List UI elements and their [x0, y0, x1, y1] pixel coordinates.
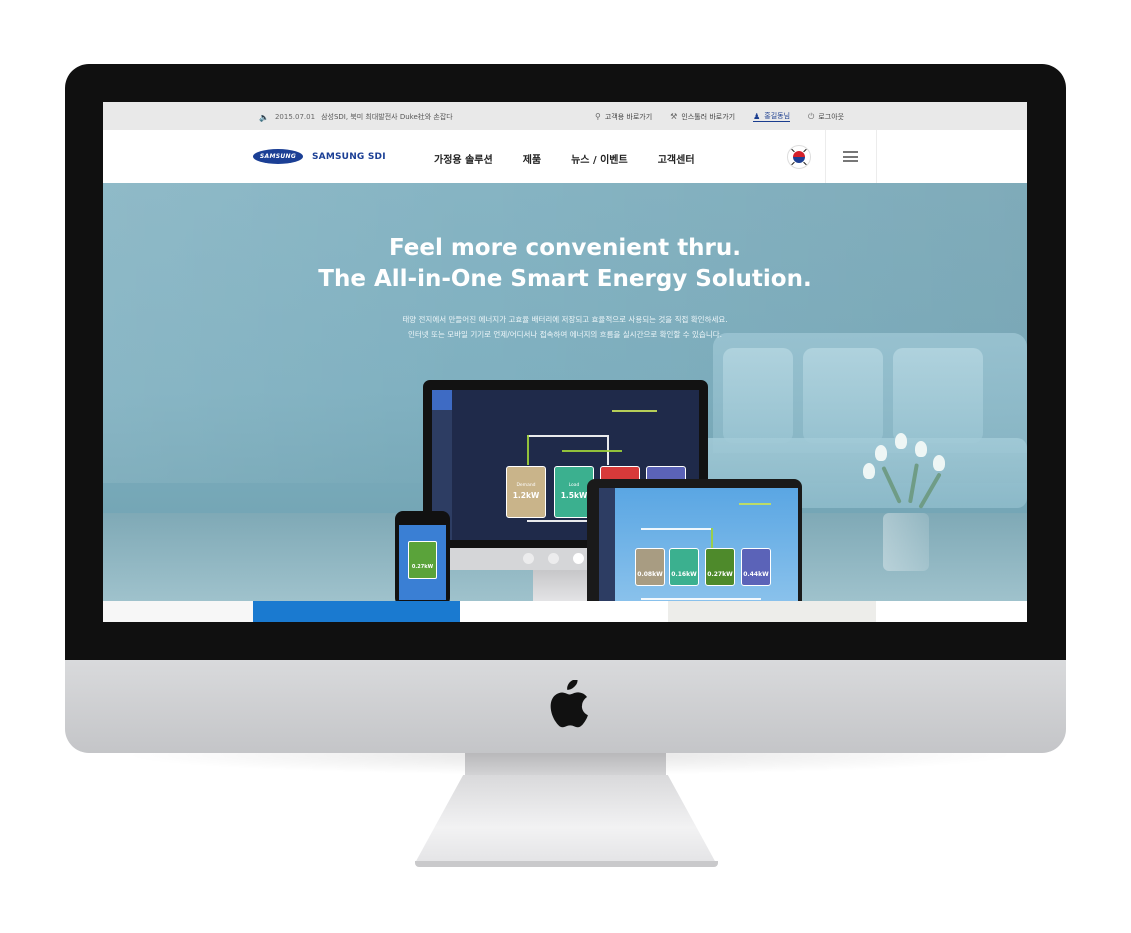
tablet-device-image: 0.08kW 0.16kW 0.27kW 0.44kW — [587, 479, 802, 601]
tulip-flower — [933, 455, 945, 471]
news-headline[interactable]: 삼성SDI, 북미 최대발전사 Duke社와 손잡다 — [321, 112, 453, 122]
hero-subtitle-line1: 태양 전지에서 만들어진 에너지가 고효율 배터리에 저장되고 효율적으로 사용… — [402, 315, 728, 324]
imac-stand-foot — [415, 861, 718, 867]
menu-item-products[interactable]: 제품 — [523, 151, 541, 166]
customer-shortcut-label: 고객용 바로가기 — [604, 112, 653, 121]
main-menu: 가정용 솔루션 제품 뉴스 / 이벤트 고객센터 — [434, 151, 695, 166]
hero-subtitle: 태양 전지에서 만들어진 에너지가 고효율 배터리에 저장되고 효율적으로 사용… — [103, 312, 1027, 342]
speaker-icon: 🔈 — [259, 112, 269, 122]
samsung-logo-mark: SAMSUNG — [253, 149, 303, 164]
menu-item-customer-center[interactable]: 고객센터 — [658, 151, 695, 166]
utility-links: ⚲ 고객용 바로가기 ⚒ 인스톨러 바로가기 ♟ 홍길동님 ⏻ 로그아웃 — [595, 111, 844, 122]
phone-device-image: 0.27kW — [395, 511, 450, 601]
utility-bar: 🔈 2015.07.01 삼성SDI, 북미 최대발전사 Duke社와 손잡다 … — [103, 102, 1027, 130]
menu-item-news-events[interactable]: 뉴스 / 이벤트 — [571, 151, 628, 166]
hero-title: Feel more convenient thru. The All-in-On… — [103, 233, 1027, 295]
logout-link[interactable]: ⏻ 로그아웃 — [808, 112, 844, 122]
tulip-flower — [863, 463, 875, 479]
tulip-flower — [895, 433, 907, 449]
imac-stand — [415, 775, 716, 863]
korea-flag-icon[interactable] — [787, 145, 811, 169]
nav-divider — [825, 130, 826, 183]
main-navigation: SAMSUNG SAMSUNG SDI 가정용 솔루션 제품 뉴스 / 이벤트 … — [103, 130, 1027, 184]
logo-text: SAMSUNG SDI — [312, 151, 386, 162]
energy-flow-line — [641, 528, 711, 530]
tablet-sidebar — [599, 488, 615, 601]
glass-vase — [883, 513, 929, 571]
tulip-flower — [875, 445, 887, 461]
tablet-battery-value: 0.27kW — [707, 571, 733, 578]
menu-item-home-solution[interactable]: 가정용 솔루션 — [434, 151, 493, 166]
demand-tile: Demand 1.2kW — [506, 466, 546, 518]
cushion-image — [803, 348, 883, 443]
news-ticker[interactable]: 🔈 2015.07.01 삼성SDI, 북미 최대발전사 Duke社와 손잡다 — [259, 112, 453, 122]
energy-flow-line — [641, 598, 761, 600]
nav-divider — [876, 130, 877, 183]
bottom-tab-strip — [103, 601, 1027, 622]
imac-stand-neck — [465, 753, 666, 777]
user-icon: ♟ — [753, 111, 761, 121]
lock-icon: ⚲ — [595, 112, 601, 121]
refresh-bar — [612, 410, 657, 412]
demand-value: 1.2kW — [512, 491, 540, 500]
hero-title-line2: The All-in-One Smart Energy Solution. — [318, 266, 812, 292]
tablet-dashboard-image: 0.08kW 0.16kW 0.27kW 0.44kW — [599, 488, 798, 601]
slide-dot-2[interactable] — [548, 553, 559, 564]
bottom-tab-active[interactable] — [253, 601, 460, 622]
demand-label: Demand — [516, 483, 536, 488]
hero-title-line1: Feel more convenient thru. — [388, 235, 742, 261]
power-icon: ⏻ — [808, 111, 815, 121]
installer-shortcut-link[interactable]: ⚒ 인스톨러 바로가기 — [670, 112, 735, 122]
desktop-stand-image — [533, 570, 595, 601]
installer-shortcut-label: 인스톨러 바로가기 — [681, 112, 736, 121]
energy-flow-line — [527, 435, 607, 437]
tablet-battery-tile: 0.27kW — [705, 548, 735, 586]
tablet-demand-tile: 0.08kW — [635, 548, 665, 586]
phone-dashboard-image: 0.27kW — [399, 525, 446, 600]
phone-battery-tile: 0.27kW — [408, 541, 437, 579]
website-screen: 🔈 2015.07.01 삼성SDI, 북미 최대발전사 Duke社와 손잡다 … — [103, 102, 1027, 622]
slide-dot-1[interactable] — [523, 553, 534, 564]
tablet-solar-value: 0.44kW — [743, 571, 769, 578]
slide-dot-3-active[interactable] — [573, 553, 584, 564]
user-account-link[interactable]: ♟ 홍길동님 — [753, 111, 791, 122]
bottom-tab[interactable] — [103, 601, 253, 622]
customer-shortcut-link[interactable]: ⚲ 고객용 바로가기 — [595, 112, 652, 122]
wrench-icon: ⚒ — [670, 112, 678, 121]
tablet-load-value: 0.16kW — [671, 571, 697, 578]
energy-flow-line — [562, 450, 622, 452]
refresh-bar — [739, 503, 771, 505]
tablet-demand-value: 0.08kW — [637, 571, 663, 578]
energy-flow-line — [711, 528, 713, 550]
hero-banner: Feel more convenient thru. The All-in-On… — [103, 183, 1027, 601]
cushion-image — [723, 348, 793, 443]
logout-label: 로그아웃 — [818, 112, 845, 121]
hero-subtitle-line2: 인터넷 또는 모바일 기기로 언제/어디서나 접속하여 에너지의 흐름을 실시간… — [407, 330, 723, 339]
samsung-sdi-logo[interactable]: SAMSUNG SAMSUNG SDI — [253, 149, 386, 164]
user-name-label: 홍길동님 — [764, 112, 791, 120]
tablet-load-tile: 0.16kW — [669, 548, 699, 586]
news-date: 2015.07.01 — [274, 113, 316, 121]
apple-logo-icon — [550, 680, 588, 728]
cushion-image — [893, 348, 983, 443]
energy-flow-line — [527, 435, 529, 465]
tablet-solar-tile: 0.44kW — [741, 548, 771, 586]
tulip-flower — [915, 441, 927, 457]
hamburger-icon[interactable] — [843, 151, 858, 162]
bottom-tab[interactable] — [668, 601, 876, 622]
